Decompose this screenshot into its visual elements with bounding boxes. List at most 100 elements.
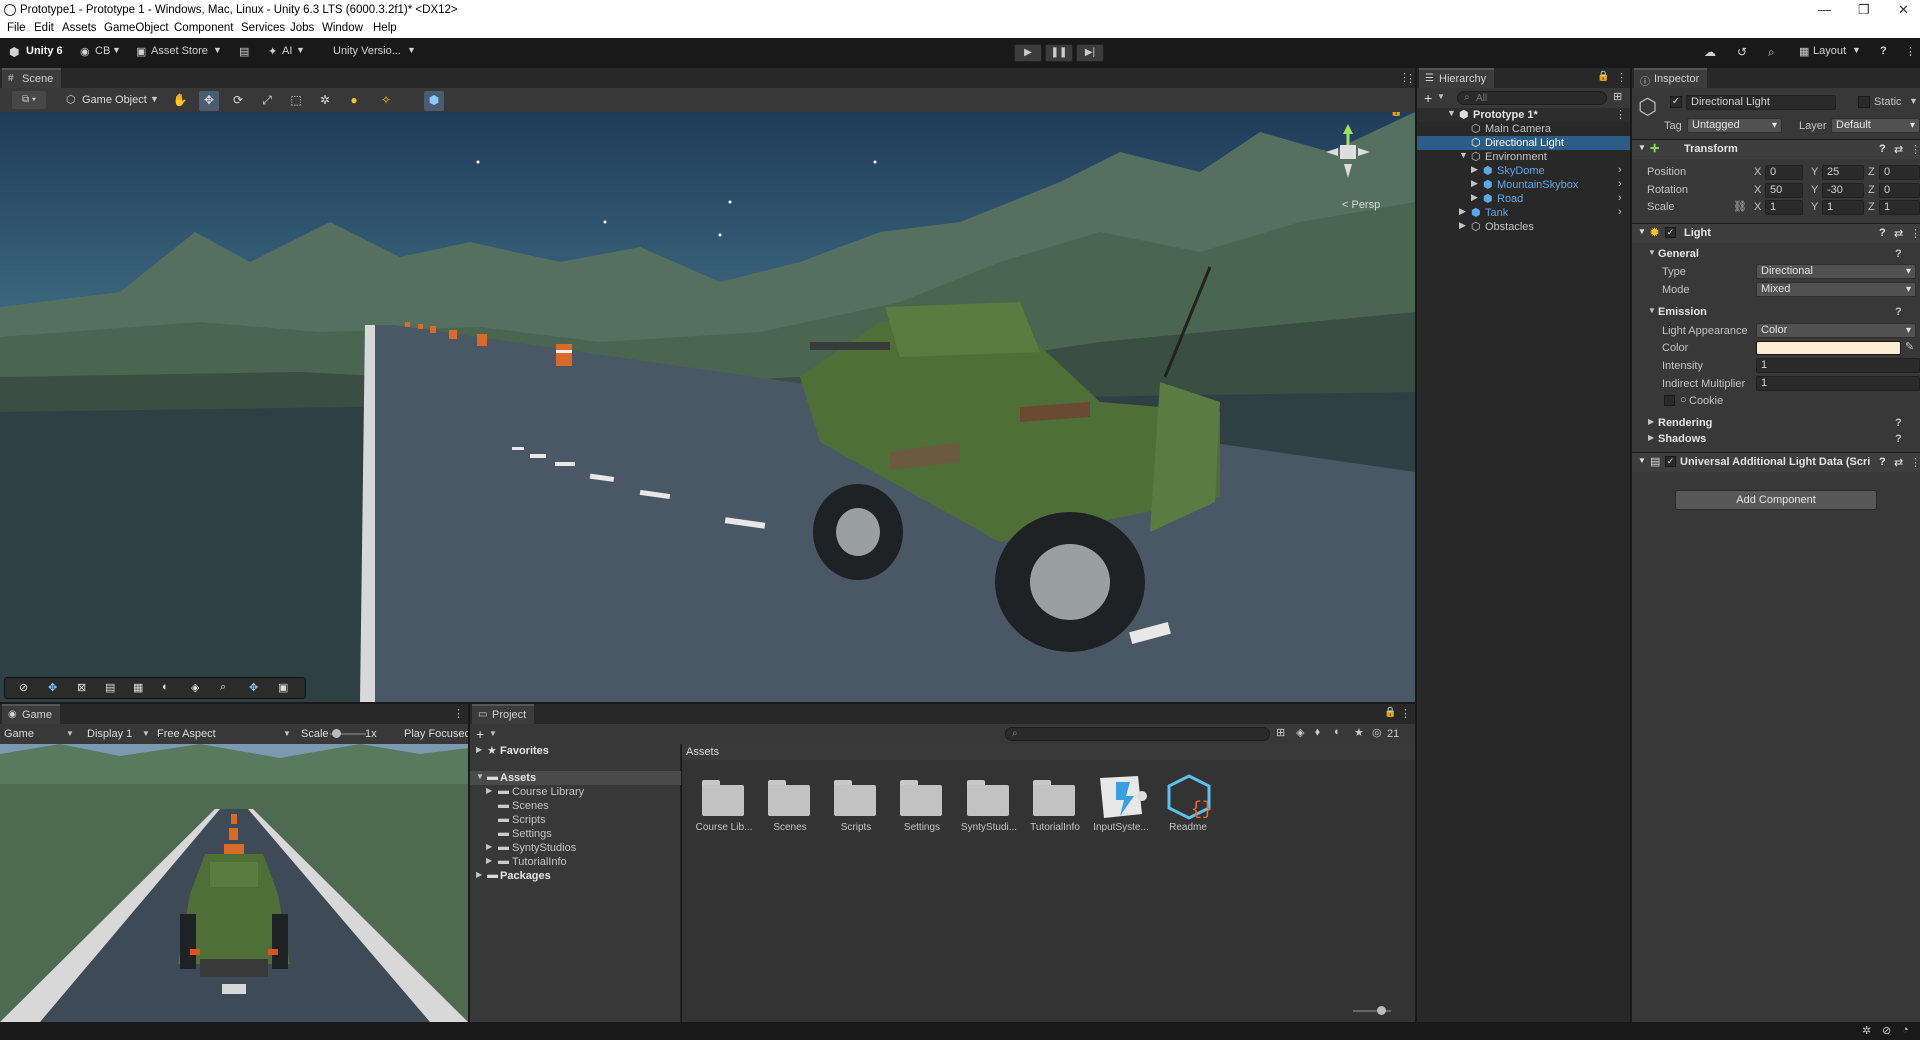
intensity-field[interactable]: 1 [1756, 358, 1920, 373]
shading-icon[interactable]: ◐ [162, 681, 169, 693]
rotation-x-field[interactable]: 50 [1765, 183, 1803, 198]
more-options-icon[interactable]: ⋮ [1615, 108, 1626, 121]
list-item[interactable]: ▬ Scripts [470, 813, 681, 827]
rendering-foldout[interactable]: ▶ Rendering ? [1632, 415, 1920, 432]
help-icon[interactable]: ? [1879, 456, 1886, 468]
emission-foldout[interactable]: ▼ Emission ? [1632, 304, 1920, 321]
play-button[interactable]: ▶ [1014, 44, 1042, 62]
cache-icon[interactable]: ⊘ [1882, 1024, 1891, 1037]
pause-button[interactable]: ❚❚ [1045, 44, 1073, 62]
filter-icon[interactable]: ⊞ [1613, 90, 1622, 103]
breadcrumb-assets[interactable]: Assets [686, 746, 719, 758]
packages-row[interactable]: ▶ ▬ Packages [470, 869, 681, 883]
general-foldout[interactable]: ▼ General ? [1632, 246, 1920, 263]
tool-handle-dropdown[interactable]: ⧉ ▾ [12, 91, 46, 109]
help-icon[interactable]: ? [1895, 433, 1902, 445]
list-item[interactable]: ▶ ⬡ Obstacles [1417, 220, 1630, 234]
help-icon[interactable]: ? [1880, 45, 1887, 57]
more-options-icon[interactable]: ⋮ [453, 707, 464, 720]
asset-folder-scripts[interactable] [834, 778, 878, 818]
light-appearance-dropdown[interactable]: Color [1756, 323, 1916, 338]
urp-enabled-checkbox[interactable]: ✓ [1665, 456, 1676, 467]
more-options-icon[interactable]: ⋮ [1405, 72, 1416, 85]
type-dropdown[interactable]: Directional [1756, 264, 1916, 279]
help-icon[interactable]: ? [1879, 227, 1886, 239]
scale-tool-icon[interactable]: ⤢ [257, 91, 277, 111]
ai-dropdown[interactable]: AI [282, 45, 292, 57]
preset-icon[interactable]: ⇄ [1894, 227, 1903, 240]
list-item[interactable]: ⬡ Main Camera [1417, 122, 1630, 136]
chevron-right-icon[interactable]: › [1618, 178, 1622, 190]
light-tool-icon[interactable]: ● [344, 91, 364, 111]
move-gizmo-icon[interactable]: ✥ [48, 681, 57, 694]
more-options-icon[interactable]: ⋮ [1910, 456, 1920, 469]
scene-header-row[interactable]: ▼ ⬢ Prototype 1* ⋮ [1417, 108, 1630, 122]
scale-slider-thumb[interactable] [332, 729, 341, 738]
transform-tool-icon[interactable]: ✲ [315, 91, 335, 111]
light-probe-icon[interactable]: ✧ [376, 91, 396, 111]
search-icon[interactable]: ⌕ [1768, 45, 1775, 60]
position-y-field[interactable]: 25 [1822, 165, 1864, 180]
camera-icon[interactable]: ▣ [278, 681, 288, 694]
preset-icon[interactable]: ⇄ [1894, 456, 1903, 469]
list-item[interactable]: ▬ Settings [470, 827, 681, 841]
menu-file[interactable]: File [7, 22, 26, 34]
more-options-icon[interactable]: ⋮ [1910, 143, 1920, 156]
assets-root-row[interactable]: ▼ ▬ Assets [470, 771, 681, 785]
menu-component[interactable]: Component [174, 22, 233, 34]
menu-gameobject[interactable]: GameObject [104, 22, 169, 34]
chevron-right-icon[interactable]: › [1618, 164, 1622, 176]
more-options-icon[interactable]: ⋮ [1905, 45, 1916, 58]
preset-icon[interactable]: ⇄ [1894, 143, 1903, 156]
transform-component-header[interactable]: ▼ ✛ Transform ? ⇄ ⋮ [1632, 139, 1920, 159]
game-mode-dropdown[interactable]: Game [4, 728, 34, 740]
display-dropdown[interactable]: Display 1 [87, 728, 132, 740]
scale-x-field[interactable]: 1 [1765, 200, 1803, 215]
light-enabled-checkbox[interactable]: ✓ [1665, 227, 1676, 238]
version-control-dropdown[interactable]: Unity Versio... [333, 45, 401, 57]
package-icon[interactable]: ▤ [239, 45, 249, 58]
zoom-icon[interactable]: ⌕ [220, 681, 226, 694]
add-component-button[interactable]: Add Component [1675, 490, 1877, 510]
menu-help[interactable]: Help [373, 22, 397, 34]
menu-edit[interactable]: Edit [34, 22, 54, 34]
account-dropdown[interactable]: CB [95, 45, 110, 57]
tab-inspector[interactable]: ⓘ Inspector [1634, 68, 1708, 88]
hierarchy-search-input[interactable]: ⌕ All [1457, 91, 1607, 105]
menu-window[interactable]: Window [322, 22, 363, 34]
hand-tool-icon[interactable]: ✋ [170, 91, 190, 111]
list-item[interactable]: ▼ ⬡ Environment [1417, 150, 1630, 164]
chevron-down-icon[interactable]: ▼ [1909, 96, 1918, 106]
asset-folder-settings[interactable] [900, 778, 944, 818]
add-icon[interactable]: + [476, 726, 484, 742]
lock-icon[interactable]: 🔒 [1390, 112, 1402, 117]
cloud-icon[interactable]: ☁ [1704, 45, 1716, 59]
rect-tool-icon[interactable]: ⬚ [286, 91, 306, 111]
more-options-icon[interactable]: ⋮ [1400, 707, 1411, 720]
close-button[interactable]: ✕ [1898, 2, 1909, 18]
list-item[interactable]: ▶ ⬢ Tank › [1417, 206, 1630, 220]
play-focused-dropdown[interactable]: Play Focusec [404, 728, 468, 740]
snap-icon[interactable]: ⊠ [77, 681, 86, 694]
menu-jobs[interactable]: Jobs [290, 22, 314, 34]
scale-z-field[interactable]: 1 [1879, 200, 1920, 215]
aspect-dropdown[interactable]: Free Aspect [157, 728, 216, 740]
active-checkbox[interactable]: ✓ [1670, 96, 1682, 108]
layer-dropdown[interactable]: Default [1831, 118, 1920, 133]
debug-icon[interactable]: ✲ [1862, 1024, 1871, 1037]
layers-icon[interactable]: ◈ [191, 681, 199, 694]
list-item-selected[interactable]: ⬡ Directional Light [1417, 136, 1630, 150]
scale-slider[interactable] [330, 729, 366, 738]
shadows-foldout[interactable]: ▶ Shadows ? [1632, 431, 1920, 448]
static-checkbox[interactable] [1858, 96, 1870, 108]
icon-size-slider[interactable] [1353, 1006, 1391, 1015]
rotation-z-field[interactable]: 0 [1879, 183, 1920, 198]
tab-game[interactable]: ◉ Game [2, 704, 60, 724]
history-icon[interactable]: ↺ [1737, 45, 1747, 59]
orientation-cube-icon[interactable]: ⬢ [424, 91, 444, 111]
projection-toggle[interactable]: < Persp [1342, 199, 1380, 211]
list-item[interactable]: ▶ ▬ TutorialInfo [470, 855, 681, 869]
grid-toggle-icon[interactable]: ▦ [133, 681, 143, 694]
help-icon[interactable]: ? [1879, 143, 1886, 155]
menu-assets[interactable]: Assets [62, 22, 97, 34]
